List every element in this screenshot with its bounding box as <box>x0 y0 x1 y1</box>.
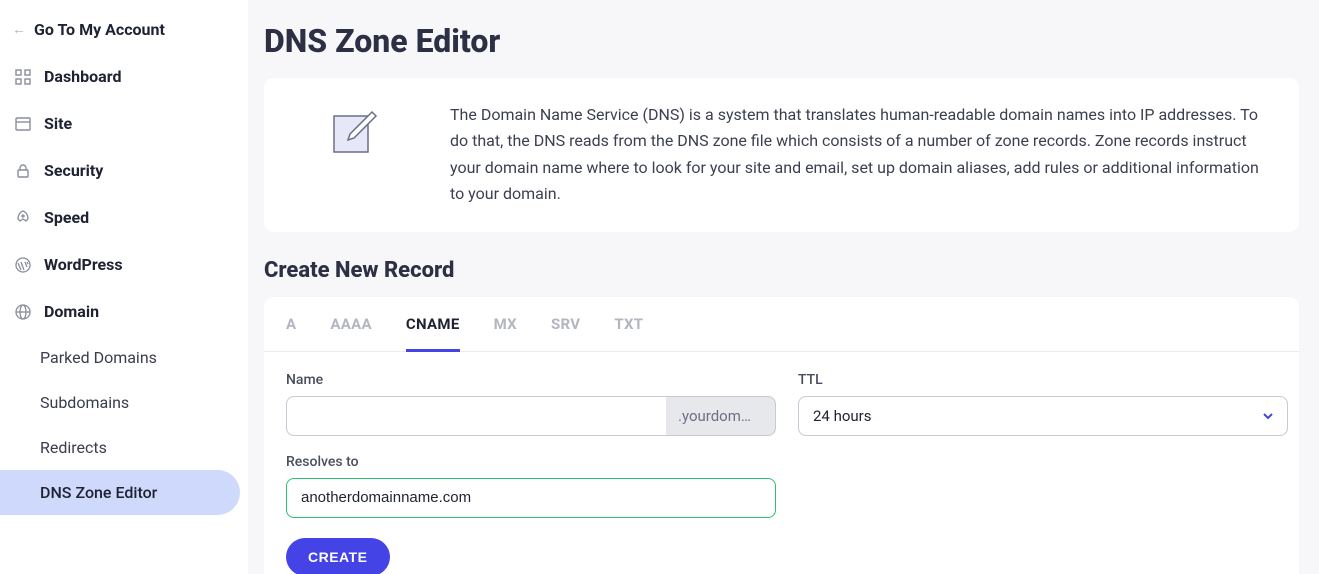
sidebar-item-domain[interactable]: Domain <box>0 288 248 335</box>
resolves-label: Resolves to <box>286 454 776 470</box>
tab-srv[interactable]: SRV <box>551 315 580 351</box>
ttl-label: TTL <box>798 372 1288 388</box>
field-resolves-to: Resolves to <box>286 454 776 518</box>
lock-icon <box>14 162 32 180</box>
field-name: Name .yourdom… <box>286 372 776 436</box>
sidebar-item-label: Domain <box>44 302 99 321</box>
name-label: Name <box>286 372 776 388</box>
sidebar-item-wordpress[interactable]: WordPress <box>0 241 248 288</box>
sidebar-sub-label: Redirects <box>40 438 107 457</box>
sidebar: ← Go To My Account Dashboard Site Securi… <box>0 0 248 574</box>
tab-mx[interactable]: MX <box>494 315 517 351</box>
wordpress-icon <box>14 256 32 274</box>
tab-cname[interactable]: CNAME <box>406 315 460 352</box>
go-to-account-link[interactable]: ← Go To My Account <box>0 10 248 53</box>
record-type-tabs: A AAAA CNAME MX SRV TXT <box>264 297 1299 352</box>
ttl-select[interactable]: 24 hours <box>798 396 1288 436</box>
browser-icon <box>14 115 32 133</box>
resolves-input[interactable] <box>286 478 776 518</box>
rocket-icon <box>14 209 32 227</box>
name-input-group: .yourdom… <box>286 396 776 436</box>
tab-txt[interactable]: TXT <box>614 315 643 351</box>
sidebar-sub-label: DNS Zone Editor <box>40 483 157 502</box>
sidebar-item-label: Dashboard <box>44 67 121 86</box>
sidebar-sub-parked-domains[interactable]: Parked Domains <box>0 335 248 380</box>
sidebar-sub-redirects[interactable]: Redirects <box>0 425 248 470</box>
sidebar-item-label: WordPress <box>44 255 123 274</box>
go-to-account-label: Go To My Account <box>34 20 165 39</box>
sidebar-item-security[interactable]: Security <box>0 147 248 194</box>
field-ttl: TTL 24 hours <box>798 372 1288 436</box>
tab-a[interactable]: A <box>286 315 296 351</box>
record-form-card: A AAAA CNAME MX SRV TXT Name .yourdom… T… <box>264 297 1299 574</box>
ttl-value: 24 hours <box>813 407 872 425</box>
edit-document-icon <box>294 102 414 158</box>
main-content: DNS Zone Editor The Domain Name Service … <box>248 0 1319 574</box>
sidebar-item-site[interactable]: Site <box>0 100 248 147</box>
create-button[interactable]: CREATE <box>286 538 390 574</box>
arrow-left-icon: ← <box>12 21 26 38</box>
name-suffix: .yourdom… <box>666 396 776 436</box>
page-title: DNS Zone Editor <box>264 22 1299 60</box>
sidebar-sub-subdomains[interactable]: Subdomains <box>0 380 248 425</box>
name-input[interactable] <box>286 396 666 436</box>
section-heading: Create New Record <box>264 258 1299 283</box>
sidebar-item-dashboard[interactable]: Dashboard <box>0 53 248 100</box>
sidebar-item-speed[interactable]: Speed <box>0 194 248 241</box>
ttl-select-wrap: 24 hours <box>798 396 1288 436</box>
sidebar-sub-label: Parked Domains <box>40 348 157 367</box>
info-text: The Domain Name Service (DNS) is a syste… <box>450 102 1269 208</box>
globe-icon <box>14 303 32 321</box>
form-body: Name .yourdom… TTL 24 hours <box>264 352 1299 518</box>
grid-icon <box>14 68 32 86</box>
sidebar-sub-dns-zone-editor[interactable]: DNS Zone Editor <box>0 470 240 515</box>
sidebar-sub-label: Subdomains <box>40 393 129 412</box>
sidebar-item-label: Speed <box>44 208 89 227</box>
sidebar-item-label: Site <box>44 114 72 133</box>
tab-aaaa[interactable]: AAAA <box>330 315 372 351</box>
info-card: The Domain Name Service (DNS) is a syste… <box>264 78 1299 232</box>
sidebar-item-label: Security <box>44 161 103 180</box>
